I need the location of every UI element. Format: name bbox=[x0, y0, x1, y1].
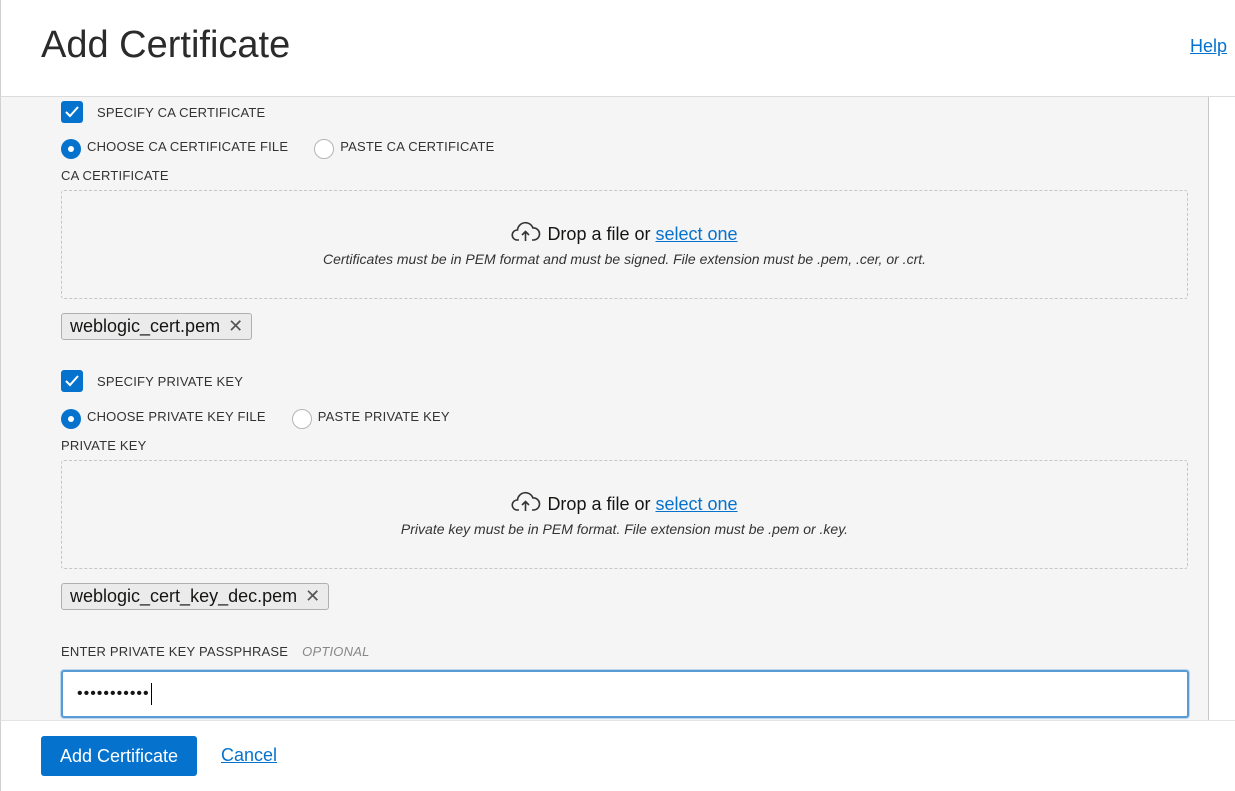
ca-file-dropzone[interactable]: Drop a file or select one Certificates m… bbox=[61, 190, 1188, 299]
ca-certificate-label: CA CERTIFICATE bbox=[61, 168, 169, 183]
radio-label: PASTE CA CERTIFICATE bbox=[340, 138, 495, 154]
drop-text: Drop a file or bbox=[547, 224, 651, 244]
select-file-link[interactable]: select one bbox=[655, 224, 737, 245]
private-key-label: PRIVATE KEY bbox=[61, 438, 147, 453]
right-gutter bbox=[1209, 97, 1235, 720]
help-link[interactable]: Help bbox=[1190, 36, 1227, 57]
drop-text: Drop a file or bbox=[547, 494, 651, 514]
key-checkbox-row[interactable]: SPECIFY PRIVATE KEY bbox=[61, 370, 243, 392]
radio-paste-ca[interactable]: PASTE CA CERTIFICATE bbox=[314, 133, 494, 159]
radio-unselected-icon[interactable] bbox=[291, 409, 312, 429]
cloud-upload-icon bbox=[511, 491, 541, 518]
passphrase-label-text: ENTER PRIVATE KEY PASSPHRASE bbox=[61, 644, 289, 659]
ca-checkbox-label: SPECIFY CA CERTIFICATE bbox=[97, 104, 266, 120]
radio-choose-ca-file[interactable]: CHOOSE CA CERTIFICATE FILE bbox=[61, 133, 288, 159]
dropzone-text: Drop a file or select one bbox=[62, 491, 1187, 518]
file-name: weblogic_cert.pem bbox=[70, 316, 221, 336]
cloud-upload-icon bbox=[511, 221, 541, 248]
dropzone-text: Drop a file or select one bbox=[62, 221, 1187, 248]
ca-file-chip: weblogic_cert.pem ✕ bbox=[61, 313, 253, 340]
radio-choose-key-file[interactable]: CHOOSE PRIVATE KEY FILE bbox=[61, 403, 266, 429]
passphrase-value: ••••••••••• bbox=[77, 685, 150, 702]
radio-selected-icon[interactable] bbox=[61, 139, 81, 159]
ca-checkbox-row[interactable]: SPECIFY CA CERTIFICATE bbox=[61, 101, 265, 123]
dialog-body[interactable]: SPECIFY CA CERTIFICATE CHOOSE CA CERTIFI… bbox=[0, 97, 1209, 720]
add-certificate-button[interactable]: Add Certificate bbox=[41, 736, 197, 776]
passphrase-label: ENTER PRIVATE KEY PASSPHRASE OPTIONAL bbox=[61, 644, 370, 659]
key-file-dropzone[interactable]: Drop a file or select one Private key mu… bbox=[61, 460, 1188, 569]
radio-selected-icon[interactable] bbox=[61, 409, 81, 429]
radio-label: CHOOSE PRIVATE KEY FILE bbox=[87, 408, 266, 424]
radio-unselected-icon[interactable] bbox=[314, 139, 335, 159]
page-title: Add Certificate bbox=[41, 24, 291, 66]
check-icon bbox=[65, 375, 79, 387]
dialog-header: Add Certificate Help bbox=[0, 0, 1235, 97]
private-key-checkbox[interactable] bbox=[61, 370, 83, 392]
dropzone-hint: Private key must be in PEM format. File … bbox=[400, 521, 849, 537]
key-file-chip: weblogic_cert_key_dec.pem ✕ bbox=[61, 583, 330, 610]
passphrase-input[interactable]: ••••••••••• bbox=[61, 670, 1189, 718]
remove-file-icon[interactable]: ✕ bbox=[305, 586, 320, 607]
radio-label: CHOOSE CA CERTIFICATE FILE bbox=[87, 138, 289, 154]
file-name: weblogic_cert_key_dec.pem bbox=[70, 586, 298, 606]
ca-radio-group: CHOOSE CA CERTIFICATE FILE PASTE CA CERT… bbox=[61, 133, 494, 159]
radio-label: PASTE PRIVATE KEY bbox=[317, 408, 450, 424]
text-caret bbox=[150, 683, 152, 705]
ca-certificate-checkbox[interactable] bbox=[61, 101, 83, 123]
key-checkbox-label: SPECIFY PRIVATE KEY bbox=[97, 373, 244, 389]
radio-paste-key[interactable]: PASTE PRIVATE KEY bbox=[291, 403, 450, 429]
dialog-footer: Add Certificate Cancel bbox=[0, 720, 1235, 791]
check-icon bbox=[65, 106, 79, 118]
cancel-link[interactable]: Cancel bbox=[221, 745, 277, 766]
key-radio-group: CHOOSE PRIVATE KEY FILE PASTE PRIVATE KE… bbox=[61, 403, 450, 429]
select-file-link[interactable]: select one bbox=[655, 494, 737, 515]
dropzone-hint: Certificates must be in PEM format and m… bbox=[322, 251, 927, 267]
remove-file-icon[interactable]: ✕ bbox=[228, 316, 243, 337]
optional-tag: OPTIONAL bbox=[302, 644, 370, 659]
